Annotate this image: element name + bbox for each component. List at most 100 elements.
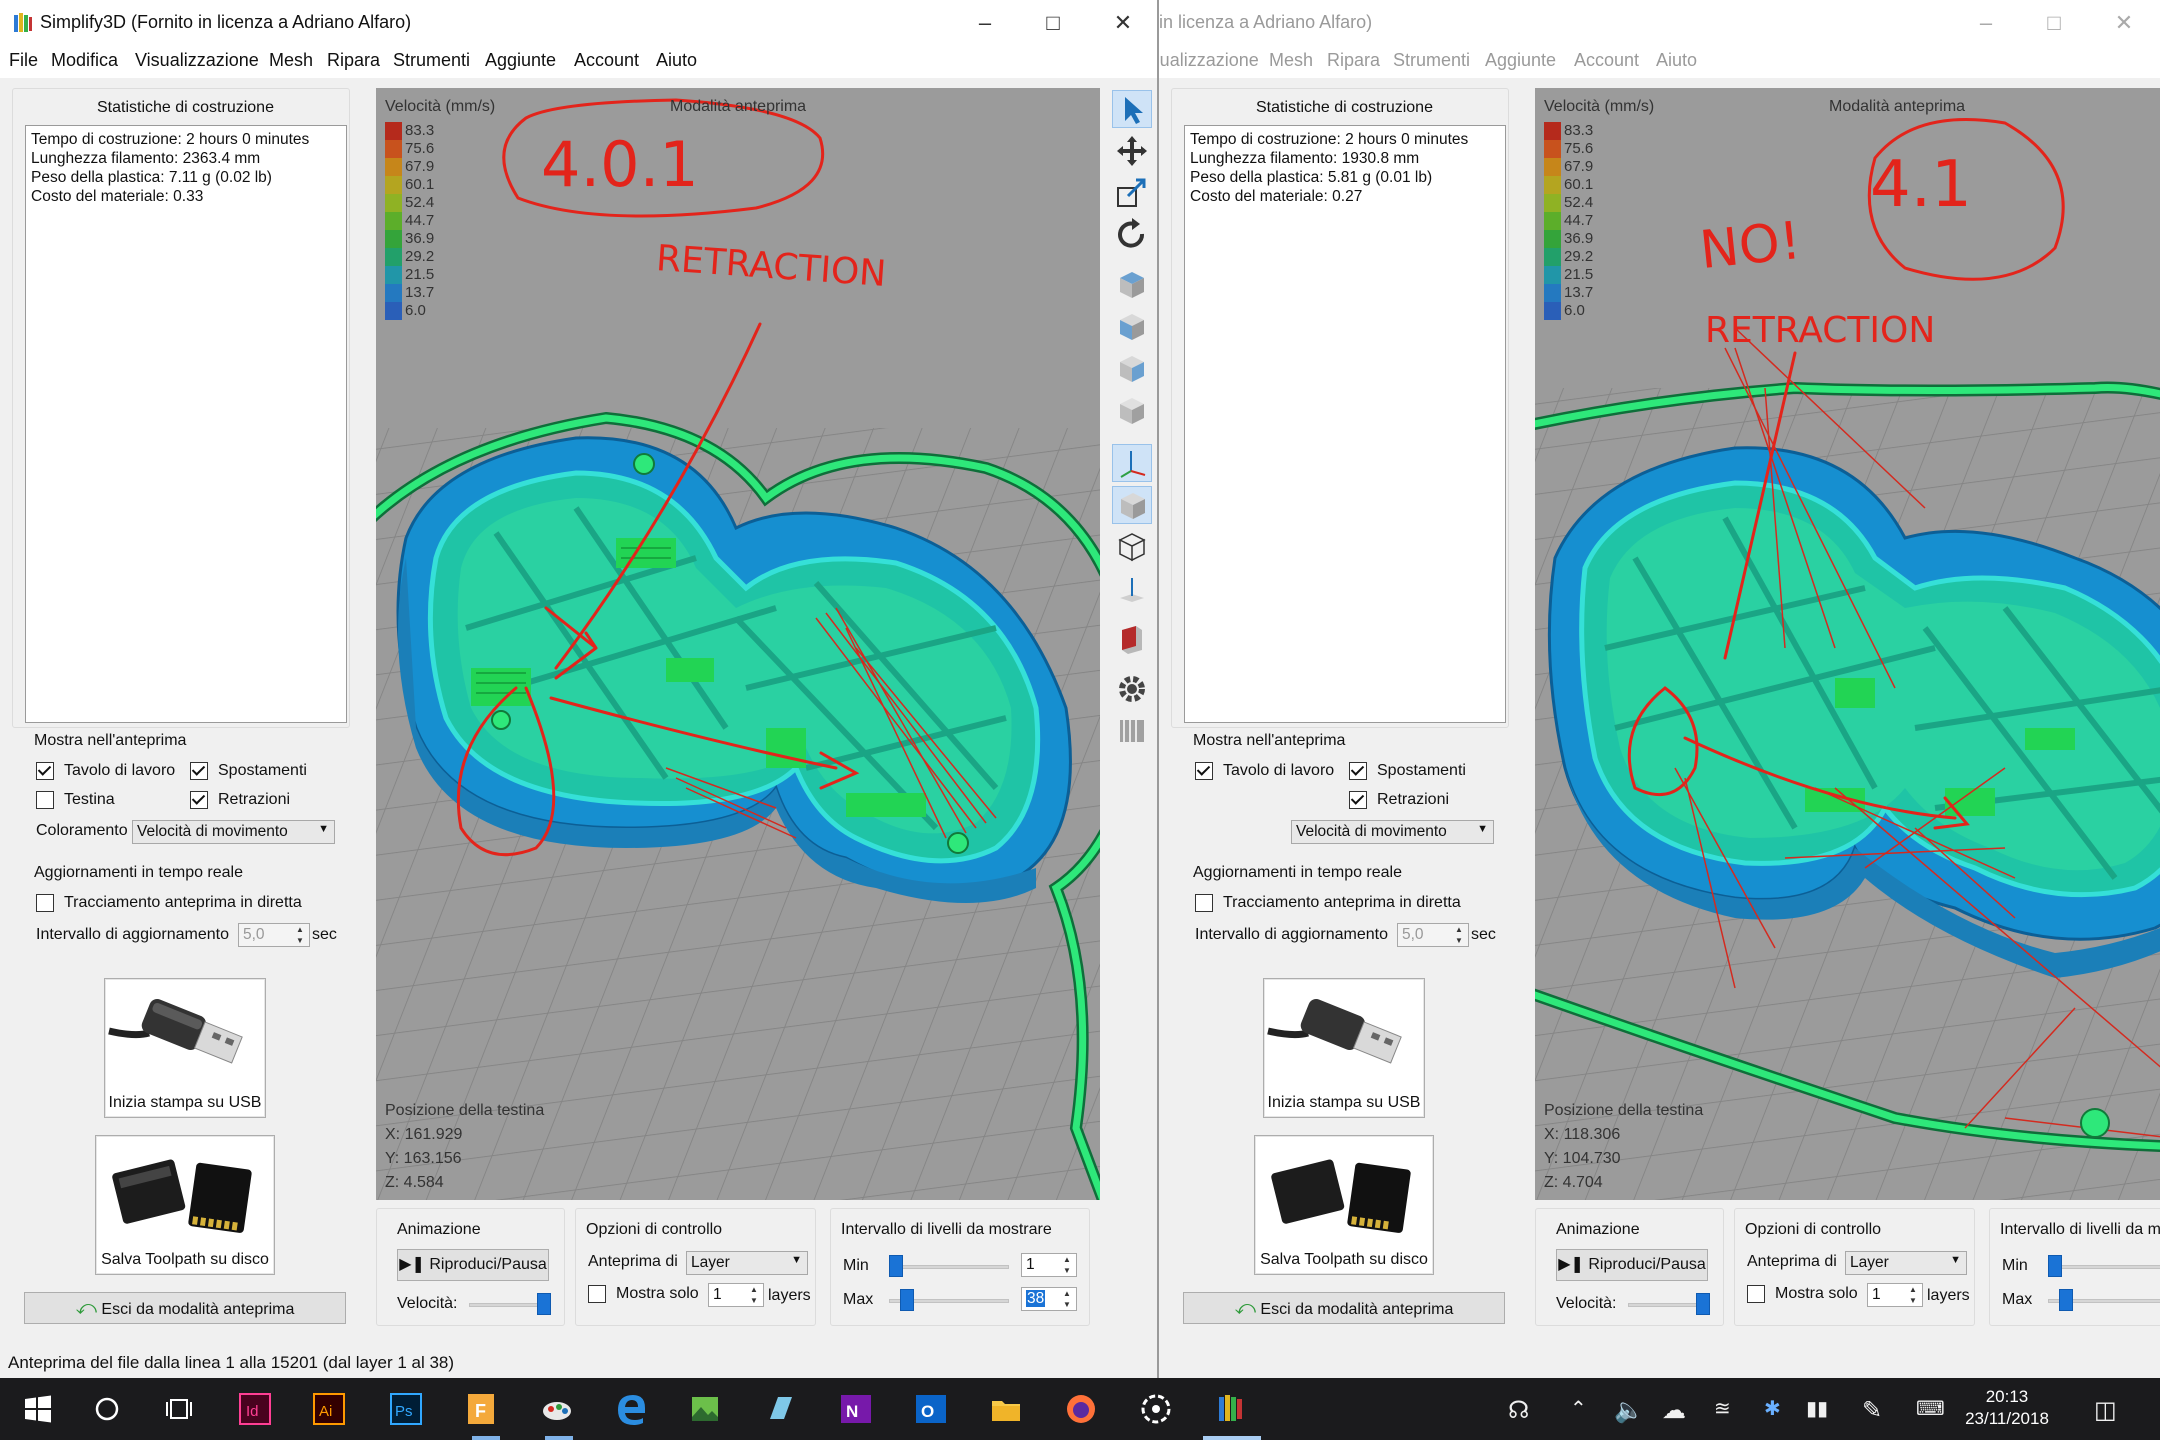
gear-icon[interactable] xyxy=(1112,670,1152,708)
checkbox-checked[interactable] xyxy=(190,762,208,780)
retractions-checkbox[interactable]: Retrazioni xyxy=(1349,791,1449,809)
rotate-icon[interactable] xyxy=(1112,216,1152,254)
preview-by-select[interactable]: Layer ▼ xyxy=(686,1251,808,1275)
volume-icon[interactable]: 🔈 xyxy=(1614,1396,1644,1425)
file-explorer-icon[interactable] xyxy=(988,1391,1024,1427)
range-min-spinbox[interactable]: 1 ▲ ▼ xyxy=(1021,1253,1077,1277)
usb-print-button[interactable]: Inizia stampa su USB xyxy=(1263,978,1425,1118)
taskbar-clock[interactable]: 20:13 23/11/2018 xyxy=(1952,1386,2062,1430)
search-icon[interactable] xyxy=(89,1391,125,1427)
checkbox-unchecked[interactable] xyxy=(1195,894,1213,912)
menu-ripara[interactable]: Ripara xyxy=(327,50,380,71)
only-show-spinbox[interactable]: 1 ▲ ▼ xyxy=(708,1283,764,1307)
live-tracking-checkbox[interactable]: Tracciamento anteprima in diretta xyxy=(1195,894,1461,912)
animation-speed-thumb[interactable] xyxy=(537,1293,551,1315)
preview-viewport[interactable]: Velocità (mm/s) Modalità anteprima 83.3 7… xyxy=(376,88,1100,1200)
spin-arrows-icon[interactable]: ▲ ▼ xyxy=(1060,1288,1074,1310)
fusion360-icon[interactable]: F xyxy=(463,1391,499,1427)
view-iso-icon[interactable] xyxy=(1112,392,1152,430)
maximize-button[interactable]: □ xyxy=(1038,8,1068,38)
coloring-select[interactable]: Velocità di movimento ▼ xyxy=(132,820,335,844)
retractions-checkbox[interactable]: Retrazioni xyxy=(190,791,290,809)
checkbox-checked[interactable] xyxy=(190,791,208,809)
illustrator-icon[interactable]: Ai xyxy=(311,1391,347,1427)
menu-account[interactable]: Account xyxy=(574,50,639,71)
outlook-icon[interactable]: O xyxy=(913,1391,949,1427)
build-table-checkbox[interactable]: Tavolo di lavoro xyxy=(36,762,175,780)
spin-arrows-icon[interactable]: ▲ ▼ xyxy=(1060,1254,1074,1276)
select-cursor-icon[interactable] xyxy=(1112,90,1152,128)
save-toolpath-button[interactable]: Salva Toolpath su disco xyxy=(95,1135,275,1275)
checkbox-checked[interactable] xyxy=(36,762,54,780)
scale-icon[interactable] xyxy=(1112,174,1152,212)
task-view-icon[interactable] xyxy=(161,1391,197,1427)
checkbox-checked[interactable] xyxy=(1349,762,1367,780)
solid-view-icon[interactable] xyxy=(1112,486,1152,524)
menu-visualizzazione[interactable]: Visualizzazione xyxy=(135,50,259,71)
usb-print-button[interactable]: Inizia stampa su USB xyxy=(104,978,266,1118)
range-min-slider[interactable] xyxy=(2048,1265,2160,1269)
chevron-up-icon[interactable]: ⌃ xyxy=(1570,1396,1587,1421)
interval-spinbox[interactable]: 5,0 ▲ ▼ xyxy=(238,923,310,947)
photos-icon[interactable] xyxy=(687,1391,723,1427)
battery-icon[interactable]: ▮▮ xyxy=(1806,1396,1828,1421)
view-side-icon[interactable] xyxy=(1112,350,1152,388)
menu-file[interactable]: File xyxy=(9,50,38,71)
simplify3d-taskbar-icon[interactable] xyxy=(1214,1391,1250,1427)
notification-icon[interactable]: ◫ xyxy=(2094,1396,2117,1425)
slack-icon[interactable] xyxy=(1138,1391,1174,1427)
wireframe-icon[interactable] xyxy=(1112,528,1152,566)
people-icon[interactable]: ☊ xyxy=(1508,1396,1529,1425)
exit-preview-button[interactable]: ⤺ Esci da modalità anteprima xyxy=(24,1292,346,1324)
interval-spinbox[interactable]: 5,0 ▲ ▼ xyxy=(1397,923,1469,947)
range-max-thumb[interactable] xyxy=(900,1289,914,1311)
range-min-slider[interactable] xyxy=(889,1265,1009,1269)
view-front-icon[interactable] xyxy=(1112,308,1152,346)
spin-arrows-icon[interactable]: ▲ ▼ xyxy=(1452,924,1466,946)
onenote-icon[interactable]: N xyxy=(838,1391,874,1427)
coloring-select[interactable]: Velocità di movimento ▼ xyxy=(1291,820,1494,844)
paint-icon[interactable] xyxy=(539,1391,575,1427)
checkbox-unchecked[interactable] xyxy=(36,791,54,809)
exit-preview-button[interactable]: ⤺ Esci da modalità anteprima xyxy=(1183,1292,1505,1324)
play-pause-button[interactable]: ▶❚ Riproduci/Pausa xyxy=(397,1249,549,1281)
menu-strumenti[interactable]: Strumenti xyxy=(393,50,470,71)
only-show-spinbox[interactable]: 1 ▲ ▼ xyxy=(1867,1283,1923,1307)
menu-aggiunte[interactable]: Aggiunte xyxy=(485,50,556,71)
wifi-icon[interactable]: ≊ xyxy=(1714,1396,1731,1421)
photoshop-icon[interactable]: Ps xyxy=(388,1391,424,1427)
range-max-spinbox[interactable]: 38 ▲ ▼ xyxy=(1021,1287,1077,1311)
travel-checkbox[interactable]: Spostamenti xyxy=(190,762,307,780)
only-show-checkbox[interactable]: Mostra solo xyxy=(1747,1285,1858,1303)
minimize-button[interactable]: – xyxy=(970,8,1000,38)
spin-arrows-icon[interactable]: ▲ ▼ xyxy=(293,924,307,946)
indesign-icon[interactable]: Id xyxy=(237,1391,273,1427)
close-button[interactable]: ✕ xyxy=(1108,8,1138,38)
axes-icon[interactable] xyxy=(1112,444,1152,482)
checkbox-unchecked[interactable] xyxy=(1747,1285,1765,1303)
bluetooth-icon[interactable]: ✱ xyxy=(1764,1396,1781,1421)
build-table-checkbox[interactable]: Tavolo di lavoro xyxy=(1195,762,1334,780)
menu-modifica[interactable]: Modifica xyxy=(51,50,118,71)
animation-speed-thumb[interactable] xyxy=(1696,1293,1710,1315)
snip-icon[interactable] xyxy=(762,1391,798,1427)
live-tracking-checkbox[interactable]: Tracciamento anteprima in diretta xyxy=(36,894,302,912)
edge-icon[interactable] xyxy=(613,1391,649,1427)
firefox-icon[interactable] xyxy=(1063,1391,1099,1427)
move-icon[interactable] xyxy=(1112,132,1152,170)
preview-by-select[interactable]: Layer ▼ xyxy=(1845,1251,1967,1275)
layers-tool-icon[interactable] xyxy=(1112,712,1152,750)
windows-start-icon[interactable] xyxy=(20,1391,56,1427)
cross-section-icon[interactable] xyxy=(1112,570,1152,608)
checkbox-unchecked[interactable] xyxy=(36,894,54,912)
spin-arrows-icon[interactable]: ▲ ▼ xyxy=(747,1284,761,1306)
head-checkbox[interactable]: Testina xyxy=(36,791,115,809)
checkbox-checked[interactable] xyxy=(1195,762,1213,780)
cloud-icon[interactable]: ☁ xyxy=(1662,1396,1686,1425)
travel-checkbox[interactable]: Spostamenti xyxy=(1349,762,1466,780)
menu-aiuto[interactable]: Aiuto xyxy=(656,50,697,71)
range-max-thumb[interactable] xyxy=(2059,1289,2073,1311)
save-toolpath-button[interactable]: Salva Toolpath su disco xyxy=(1254,1135,1434,1275)
pen-icon[interactable]: ✎ xyxy=(1862,1396,1882,1425)
checkbox-checked[interactable] xyxy=(1349,791,1367,809)
